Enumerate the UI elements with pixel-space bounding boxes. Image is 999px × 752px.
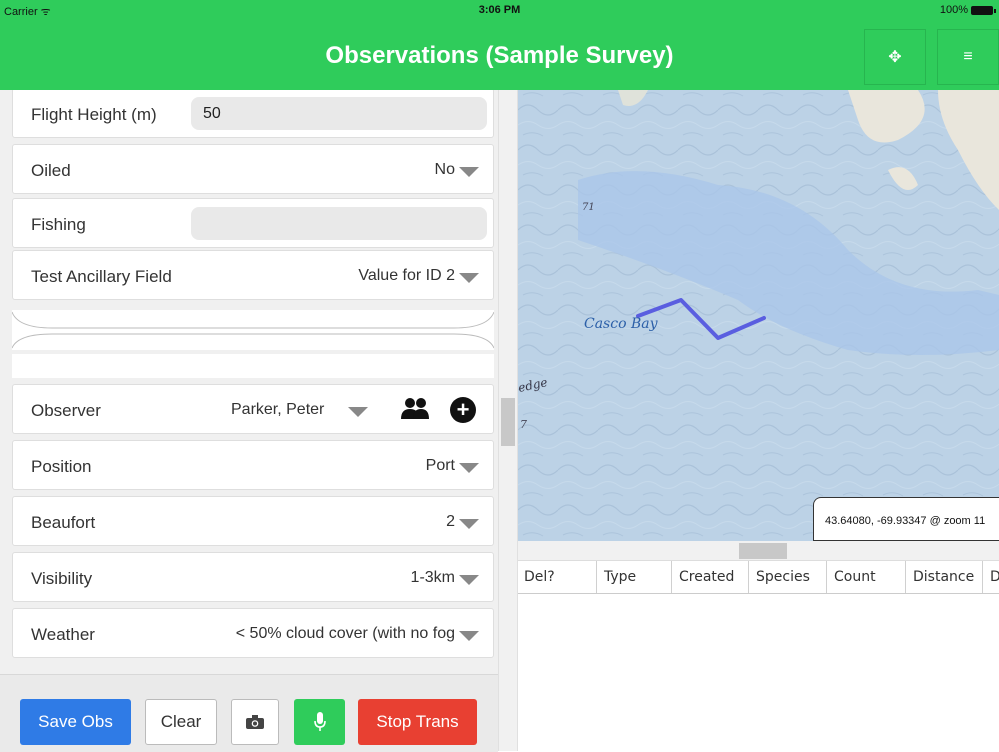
column-divider (982, 561, 983, 593)
caret-down-icon (459, 167, 479, 177)
visibility-label: Visibility (31, 569, 93, 588)
battery-indicator: 100% (939, 4, 996, 16)
position-label: Position (31, 457, 92, 476)
visibility-row[interactable]: Visibility 1-3km (12, 552, 494, 602)
weather-label: Weather (31, 625, 95, 644)
observer-row: Observer Parker, Peter + (12, 384, 494, 434)
beaufort-value: 2 (446, 513, 455, 530)
test-ancillary-row[interactable]: Test Ancillary Field Value for ID 2 (12, 250, 494, 300)
map-view[interactable]: Casco Bay 71 7 edge (518, 90, 999, 541)
page-title: Observations (Sample Survey) (325, 42, 674, 69)
menu-button[interactable]: ≡ (937, 29, 999, 85)
camera-icon (246, 715, 264, 729)
move-arrows-icon: ✥ (888, 49, 902, 66)
column-divider (826, 561, 827, 593)
column-header[interactable]: Distance (913, 569, 974, 585)
observer-value[interactable]: Parker, Peter (231, 401, 324, 419)
oiled-label: Oiled (31, 161, 71, 180)
column-divider (671, 561, 672, 593)
caret-down-icon (459, 463, 479, 473)
fishing-row: Fishing (12, 198, 494, 248)
column-header[interactable]: Created (679, 569, 734, 585)
hamburger-icon: ≡ (963, 48, 973, 65)
test-ancillary-value: Value for ID 2 (358, 267, 455, 284)
scrollbar-thumb[interactable] (501, 398, 515, 446)
column-divider (905, 561, 906, 593)
move-button[interactable]: ✥ (864, 29, 926, 85)
column-header[interactable]: Type (604, 569, 636, 585)
oiled-value: No (434, 161, 455, 178)
fishing-input[interactable] (191, 207, 487, 240)
position-row[interactable]: Position Port (12, 440, 494, 490)
caret-down-icon (459, 519, 479, 529)
depth-label: 7 (520, 418, 527, 431)
camera-button[interactable] (231, 699, 279, 745)
oiled-row[interactable]: Oiled No (12, 144, 494, 194)
beaufort-row[interactable]: Beaufort 2 (12, 496, 494, 546)
horizontal-scrollbar[interactable] (518, 541, 999, 561)
scrollbar-thumb[interactable] (739, 543, 787, 559)
flight-height-input[interactable]: 50 (191, 97, 487, 130)
observation-form: Flight Height (m) 50 Oiled No Fishing Te… (0, 90, 498, 751)
clear-button[interactable]: Clear (145, 699, 217, 745)
observations-table: Del? Type Created Species Count Distance… (518, 561, 999, 751)
column-header[interactable]: Count (834, 569, 876, 585)
action-bar: Save Obs Clear Stop Trans (0, 674, 498, 752)
clock: 3:06 PM (478, 4, 521, 16)
depth-label: 71 (582, 202, 595, 213)
battery-icon (971, 5, 996, 15)
place-label: Casco Bay (584, 316, 658, 332)
section-divider (12, 310, 494, 350)
column-divider (748, 561, 749, 593)
coordinates-readout: 43.64080, -69.93347 @ zoom 11 (813, 497, 999, 541)
flight-height-label: Flight Height (m) (31, 105, 157, 124)
observer-label: Observer (31, 401, 101, 420)
weather-value: < 50% cloud cover (with no fog (235, 625, 455, 642)
caret-down-icon (459, 273, 479, 283)
weather-row[interactable]: Weather < 50% cloud cover (with no fog (12, 608, 494, 658)
microphone-button[interactable] (294, 699, 345, 745)
column-header[interactable]: Del? (524, 569, 555, 585)
column-header[interactable]: Species (756, 569, 810, 585)
flight-height-row: Flight Height (m) 50 (12, 90, 494, 138)
status-bar: Carrier ᯤ 3:06 PM 100% (0, 0, 999, 22)
save-obs-button[interactable]: Save Obs (20, 699, 131, 745)
people-icon[interactable] (401, 397, 429, 421)
caret-down-icon (459, 575, 479, 585)
beaufort-label: Beaufort (31, 513, 96, 532)
caret-down-icon (459, 631, 479, 641)
column-divider (596, 561, 597, 593)
battery-percent: 100% (939, 4, 968, 16)
microphone-icon (313, 712, 326, 731)
test-ancillary-label: Test Ancillary Field (31, 267, 172, 286)
stop-trans-button[interactable]: Stop Trans (358, 699, 477, 745)
caret-down-icon[interactable] (348, 407, 368, 417)
vertical-scrollbar[interactable] (498, 90, 518, 751)
fishing-label: Fishing (31, 215, 86, 234)
nav-bar: Observations (Sample Survey) ✥ ≡ (0, 22, 999, 90)
visibility-value: 1-3km (410, 569, 455, 586)
add-observer-icon[interactable]: + (450, 397, 476, 423)
column-header[interactable]: D (990, 569, 999, 585)
position-value: Port (425, 457, 455, 474)
section-spacer (12, 354, 494, 378)
table-header: Del? Type Created Species Count Distance… (518, 561, 999, 594)
